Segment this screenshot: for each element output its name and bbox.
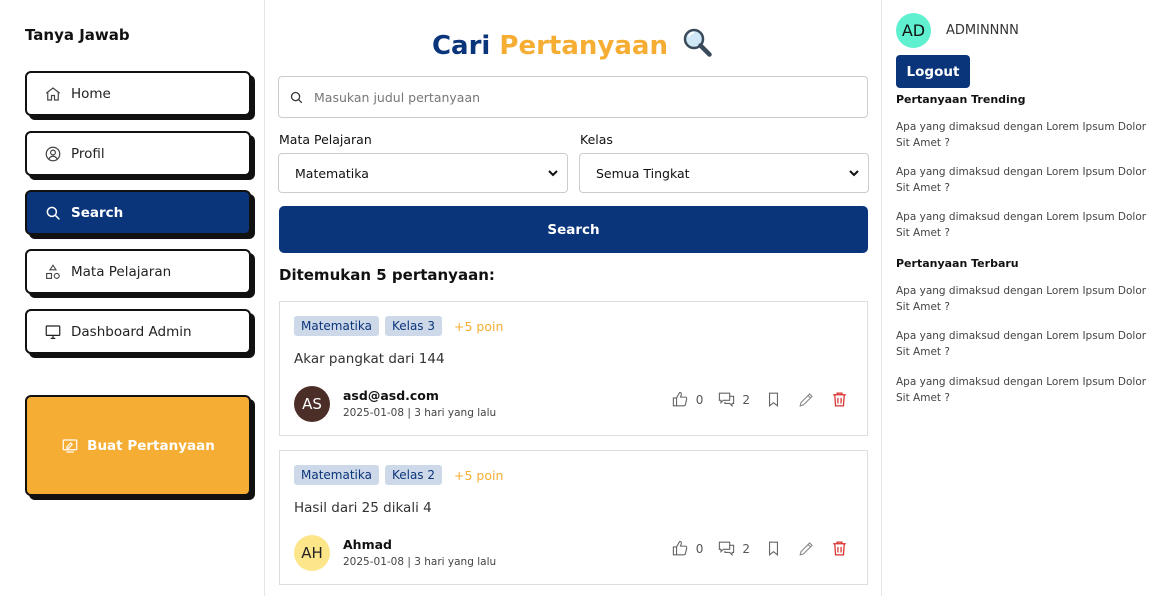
- question-meta: 2025-01-08 | 3 hari yang lalu: [343, 556, 497, 568]
- sidebar-item-home[interactable]: Home: [25, 71, 251, 116]
- thumbs-up-icon: [671, 539, 690, 558]
- sidebar-item-label: Profil: [71, 145, 105, 162]
- monitor-icon: [43, 322, 63, 342]
- result-count: Ditemukan 5 pertanyaan:: [279, 266, 495, 284]
- sidebar-item-search[interactable]: Search: [25, 190, 251, 235]
- brand-title: Tanya Jawab: [25, 26, 130, 44]
- sidebar: Tanya Jawab Home Profil Search Mata Pela…: [0, 0, 265, 596]
- class-label: Kelas: [580, 132, 613, 147]
- sidebar-item-label: Search: [71, 204, 124, 221]
- sidebar-item-profil[interactable]: Profil: [25, 131, 251, 176]
- subject-tag[interactable]: Matematika: [294, 316, 379, 336]
- class-tag[interactable]: Kelas 3: [384, 316, 443, 336]
- edit-board-icon: [61, 437, 79, 455]
- latest-title: Pertanyaan Terbaru: [896, 257, 1019, 270]
- bookmark-icon: [764, 539, 783, 558]
- subject-label: Mata Pelajaran: [279, 132, 372, 147]
- pencil-icon: [797, 539, 816, 558]
- question-actions: 0 2: [671, 390, 849, 409]
- page-title: Cari Pertanyaan: [265, 26, 882, 61]
- class-select[interactable]: Semua Tingkat: [579, 153, 869, 193]
- trending-question[interactable]: Apa yang dimaksud dengan Lorem Ipsum Dol…: [896, 209, 1161, 241]
- comment-button[interactable]: [717, 539, 736, 558]
- like-button[interactable]: [671, 390, 690, 409]
- subject-tag[interactable]: Matematika: [294, 465, 379, 485]
- trending-question[interactable]: Apa yang dimaksud dengan Lorem Ipsum Dol…: [896, 164, 1161, 196]
- like-count: 0: [695, 392, 704, 407]
- points-badge: +5 poin: [454, 467, 504, 483]
- comment-icon: [717, 390, 736, 409]
- search-input[interactable]: [314, 89, 854, 105]
- create-question-button[interactable]: Buat Pertanyaan: [25, 395, 251, 496]
- like-button[interactable]: [671, 539, 690, 558]
- chevron-down-icon: [848, 167, 860, 179]
- trash-icon: [830, 539, 849, 558]
- sidebar-item-label: Home: [71, 85, 111, 102]
- delete-button[interactable]: [830, 539, 849, 558]
- comment-count: 2: [742, 541, 750, 556]
- search-icon: [289, 90, 304, 105]
- question-text[interactable]: Akar pangkat dari 144: [294, 351, 445, 367]
- comment-count: 2: [742, 392, 750, 407]
- user-icon: [43, 144, 63, 164]
- home-icon: [43, 84, 63, 104]
- create-question-label: Buat Pertanyaan: [87, 437, 215, 454]
- admin-name: ADMINNNN: [946, 23, 1019, 38]
- sidebar-item-label: Dashboard Admin: [71, 323, 192, 340]
- latest-question[interactable]: Apa yang dimaksud dengan Lorem Ipsum Dol…: [896, 374, 1161, 406]
- username: Ahmad: [343, 537, 392, 552]
- comment-button[interactable]: [717, 390, 736, 409]
- class-tag[interactable]: Kelas 2: [384, 465, 443, 485]
- sidebar-item-label: Mata Pelajaran: [71, 263, 172, 280]
- search-input-wrapper: [278, 76, 868, 118]
- search-button[interactable]: Search: [279, 206, 868, 253]
- like-count: 0: [695, 541, 704, 556]
- subject-select[interactable]: Matematika: [278, 153, 568, 193]
- comment-icon: [717, 539, 736, 558]
- right-panel: AD ADMINNNN Logout Pertanyaan Trending A…: [883, 0, 1166, 596]
- trending-title: Pertanyaan Trending: [896, 93, 1026, 106]
- bookmark-button[interactable]: [764, 539, 783, 558]
- question-card[interactable]: Matematika Kelas 2 +5 poin Hasil dari 25…: [279, 450, 868, 585]
- question-tags: Matematika Kelas 3 +5 poin: [294, 316, 503, 336]
- username: asd@asd.com: [343, 388, 439, 403]
- logout-button[interactable]: Logout: [896, 55, 970, 88]
- class-select-value: Semua Tingkat: [596, 165, 690, 181]
- search-icon: [43, 203, 63, 223]
- points-badge: +5 poin: [454, 318, 504, 334]
- avatar: AH: [294, 535, 330, 571]
- trash-icon: [830, 390, 849, 409]
- bookmark-icon: [764, 390, 783, 409]
- latest-question[interactable]: Apa yang dimaksud dengan Lorem Ipsum Dol…: [896, 328, 1161, 360]
- edit-button[interactable]: [797, 390, 816, 409]
- question-text[interactable]: Hasil dari 25 dikali 4: [294, 500, 432, 516]
- chevron-down-icon: [547, 167, 559, 179]
- subject-select-value: Matematika: [295, 165, 369, 181]
- main-content: Cari Pertanyaan Mata Pelajaran Matematik…: [265, 0, 882, 596]
- avatar: AS: [294, 386, 330, 422]
- question-card[interactable]: Matematika Kelas 3 +5 poin Akar pangkat …: [279, 301, 868, 436]
- pencil-icon: [797, 390, 816, 409]
- sidebar-item-mata-pelajaran[interactable]: Mata Pelajaran: [25, 249, 251, 294]
- bookmark-button[interactable]: [764, 390, 783, 409]
- latest-question[interactable]: Apa yang dimaksud dengan Lorem Ipsum Dol…: [896, 283, 1161, 315]
- question-tags: Matematika Kelas 2 +5 poin: [294, 465, 503, 485]
- shapes-icon: [43, 262, 63, 282]
- thumbs-up-icon: [671, 390, 690, 409]
- trending-question[interactable]: Apa yang dimaksud dengan Lorem Ipsum Dol…: [896, 119, 1161, 151]
- sidebar-item-dashboard-admin[interactable]: Dashboard Admin: [25, 309, 251, 354]
- question-meta: 2025-01-08 | 3 hari yang lalu: [343, 407, 497, 419]
- question-actions: 0 2: [671, 539, 849, 558]
- magnifier-icon: [677, 28, 715, 61]
- delete-button[interactable]: [830, 390, 849, 409]
- avatar[interactable]: AD: [896, 13, 931, 48]
- edit-button[interactable]: [797, 539, 816, 558]
